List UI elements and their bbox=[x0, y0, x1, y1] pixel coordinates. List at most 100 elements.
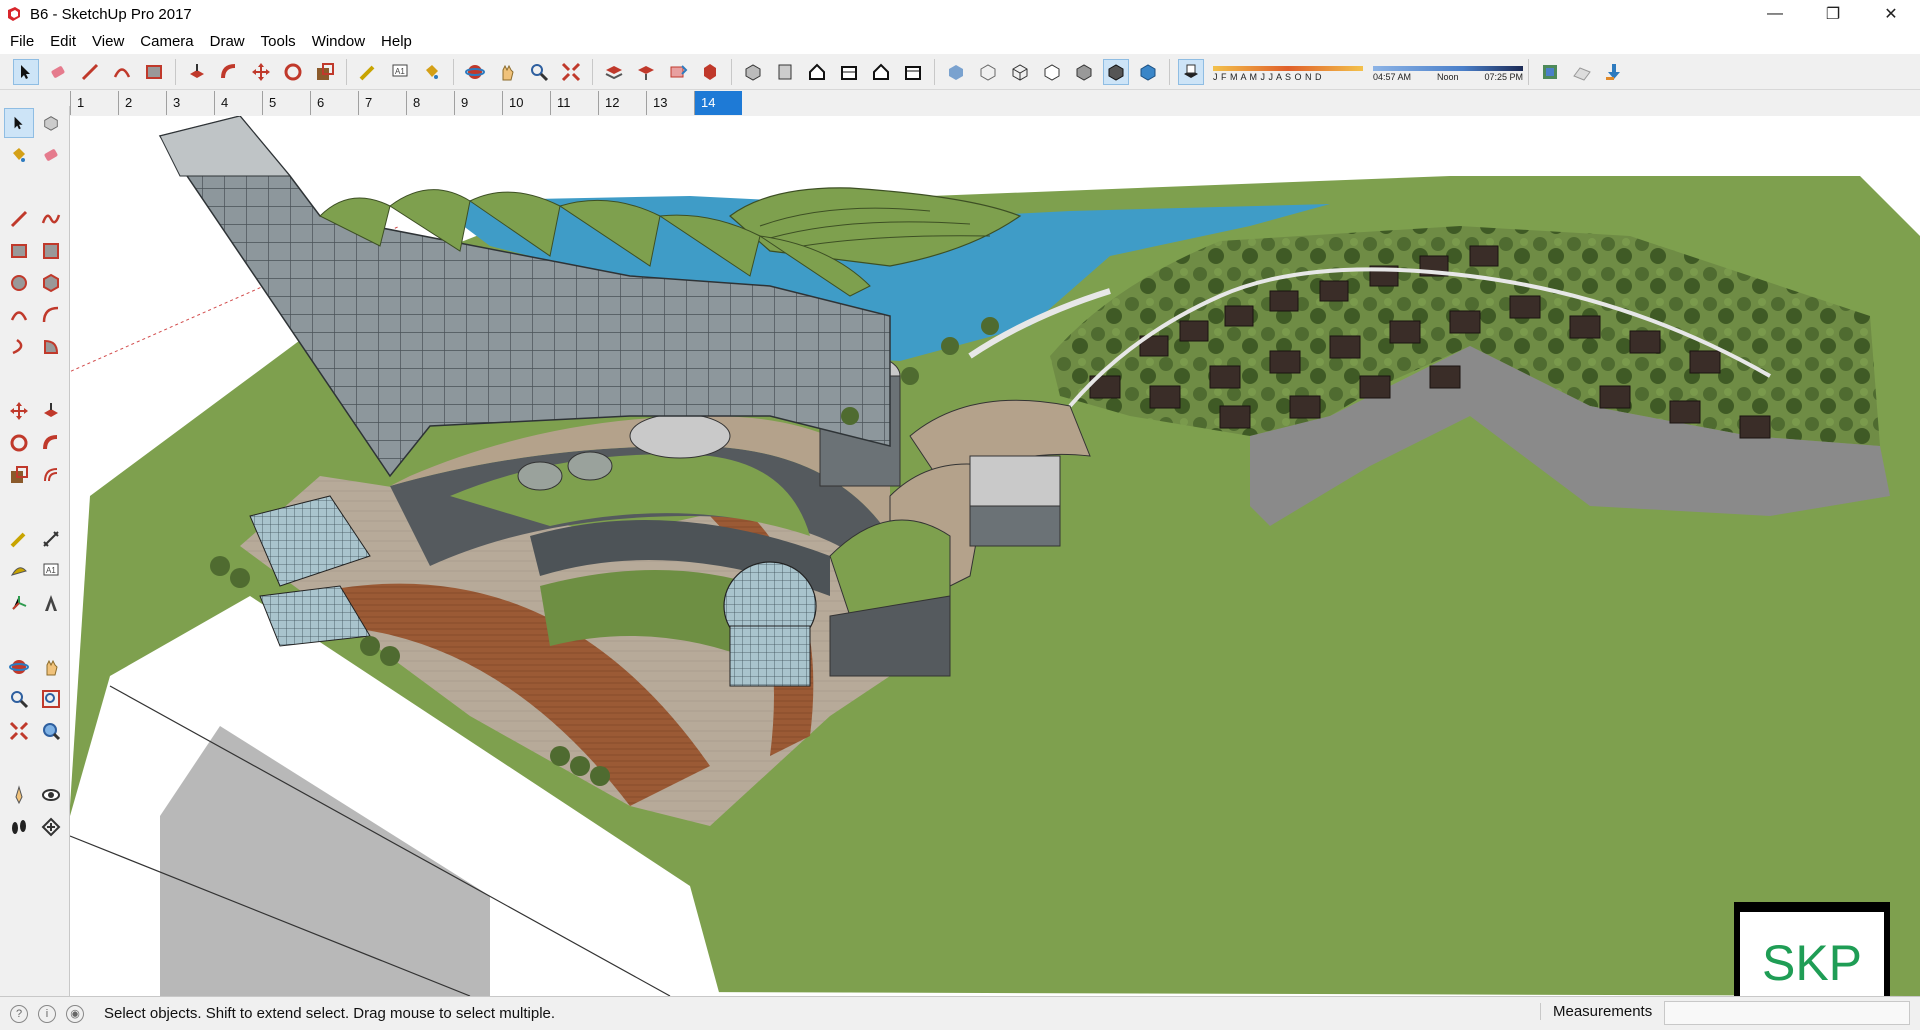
scene-tab-10[interactable]: 10 bbox=[502, 91, 550, 115]
zoom-icon[interactable] bbox=[526, 59, 552, 85]
pie-tool-icon[interactable] bbox=[36, 332, 66, 362]
right-view-icon[interactable] bbox=[836, 59, 862, 85]
monochrome-icon[interactable] bbox=[1135, 59, 1161, 85]
model-viewport[interactable] bbox=[70, 116, 1920, 996]
back-view-icon[interactable] bbox=[868, 59, 894, 85]
walk-tool-icon[interactable] bbox=[4, 812, 34, 842]
iso-view-icon[interactable] bbox=[740, 59, 766, 85]
scale-tool-icon[interactable] bbox=[4, 460, 34, 490]
pan-icon[interactable] bbox=[494, 59, 520, 85]
menu-window[interactable]: Window bbox=[304, 33, 373, 50]
menu-file[interactable]: File bbox=[2, 33, 42, 50]
scene-tab-7[interactable]: 7 bbox=[358, 91, 406, 115]
position-camera-icon[interactable] bbox=[4, 780, 34, 810]
offset-tool-icon[interactable] bbox=[36, 460, 66, 490]
rectangle-tool-icon[interactable] bbox=[4, 236, 34, 266]
paint-bucket-icon[interactable] bbox=[4, 140, 34, 170]
shadow-time-slider[interactable]: 04:57 AM Noon 07:25 PM bbox=[1373, 59, 1523, 85]
circle-tool-icon[interactable] bbox=[4, 268, 34, 298]
share-model-icon[interactable] bbox=[633, 59, 659, 85]
scene-tab-6[interactable]: 6 bbox=[310, 91, 358, 115]
wireframe-icon[interactable] bbox=[1007, 59, 1033, 85]
orbit-icon[interactable] bbox=[462, 59, 488, 85]
minimize-button[interactable]: — bbox=[1746, 0, 1804, 28]
measurements-input[interactable] bbox=[1664, 1001, 1910, 1025]
two-point-arc-icon[interactable] bbox=[36, 300, 66, 330]
line-tool-icon[interactable] bbox=[77, 59, 103, 85]
shaded-with-textures-icon[interactable] bbox=[1103, 58, 1129, 85]
section-plane-icon[interactable] bbox=[36, 812, 66, 842]
credits-icon[interactable]: i bbox=[38, 1004, 56, 1023]
pan-icon[interactable] bbox=[36, 652, 66, 682]
menu-help[interactable]: Help bbox=[373, 33, 420, 50]
left-view-icon[interactable] bbox=[900, 59, 926, 85]
scale-tool-icon[interactable] bbox=[312, 59, 338, 85]
back-edges-icon[interactable] bbox=[975, 59, 1001, 85]
hidden-line-icon[interactable] bbox=[1039, 59, 1065, 85]
zoom-icon[interactable] bbox=[4, 684, 34, 714]
zoom-window-icon[interactable] bbox=[36, 684, 66, 714]
look-around-icon[interactable] bbox=[36, 780, 66, 810]
scene-tab-1[interactable]: 1 bbox=[70, 91, 118, 115]
scene-tab-4[interactable]: 4 bbox=[214, 91, 262, 115]
follow-me-icon[interactable] bbox=[36, 428, 66, 458]
polygon-tool-icon[interactable] bbox=[36, 268, 66, 298]
zoom-extents-icon[interactable] bbox=[558, 59, 584, 85]
menu-edit[interactable]: Edit bbox=[42, 33, 84, 50]
rotate-tool-icon[interactable] bbox=[4, 428, 34, 458]
scene-tab-11[interactable]: 11 bbox=[550, 91, 598, 115]
scene-tab-3[interactable]: 3 bbox=[166, 91, 214, 115]
three-point-arc-icon[interactable] bbox=[4, 332, 34, 362]
rotated-rectangle-icon[interactable] bbox=[36, 236, 66, 266]
rotate-tool-icon[interactable] bbox=[280, 59, 306, 85]
text-tool-icon[interactable]: A1 bbox=[387, 59, 413, 85]
scene-tab-5[interactable]: 5 bbox=[262, 91, 310, 115]
orbit-icon[interactable] bbox=[4, 652, 34, 682]
menu-draw[interactable]: Draw bbox=[202, 33, 253, 50]
import-download-icon[interactable] bbox=[1601, 59, 1627, 85]
geolocation-icon[interactable]: ? bbox=[10, 1004, 28, 1023]
tape-measure-icon[interactable] bbox=[4, 524, 34, 554]
scene-tab-8[interactable]: 8 bbox=[406, 91, 454, 115]
follow-me-icon[interactable] bbox=[216, 59, 242, 85]
arc-tool-icon[interactable] bbox=[109, 59, 135, 85]
scene-tab-9[interactable]: 9 bbox=[454, 91, 502, 115]
scene-tab-13[interactable]: 13 bbox=[646, 91, 694, 115]
axes-tool-icon[interactable] bbox=[4, 588, 34, 618]
front-view-icon[interactable] bbox=[804, 59, 830, 85]
user-account-icon[interactable]: ◉ bbox=[66, 1004, 84, 1023]
toggle-terrain-icon[interactable] bbox=[1569, 59, 1595, 85]
menu-camera[interactable]: Camera bbox=[132, 33, 201, 50]
eraser-icon[interactable] bbox=[45, 59, 71, 85]
arc-tool-icon[interactable] bbox=[4, 300, 34, 330]
3d-warehouse-icon[interactable] bbox=[601, 59, 627, 85]
shadow-date-slider[interactable]: J F M A M J J A S O N D bbox=[1213, 59, 1363, 85]
push-pull-icon[interactable] bbox=[184, 59, 210, 85]
protractor-icon[interactable] bbox=[4, 556, 34, 586]
line-tool-icon[interactable] bbox=[4, 204, 34, 234]
rectangle-tool-icon[interactable] bbox=[141, 59, 167, 85]
move-tool-icon[interactable] bbox=[4, 396, 34, 426]
push-pull-icon[interactable] bbox=[36, 396, 66, 426]
maximize-button[interactable]: ❐ bbox=[1804, 0, 1862, 28]
menu-tools[interactable]: Tools bbox=[253, 33, 304, 50]
scene-tab-14[interactable]: 14 bbox=[694, 91, 742, 115]
menu-view[interactable]: View bbox=[84, 33, 132, 50]
shaded-icon[interactable] bbox=[1071, 59, 1097, 85]
top-view-icon[interactable] bbox=[772, 59, 798, 85]
select-tool-icon[interactable] bbox=[13, 58, 39, 85]
move-tool-icon[interactable] bbox=[248, 59, 274, 85]
xray-style-icon[interactable] bbox=[943, 59, 969, 85]
select-tool-icon[interactable] bbox=[4, 108, 34, 138]
add-location-icon[interactable] bbox=[1537, 59, 1563, 85]
eraser-icon[interactable] bbox=[36, 140, 66, 170]
tape-measure-icon[interactable] bbox=[355, 59, 381, 85]
freehand-tool-icon[interactable] bbox=[36, 204, 66, 234]
previous-view-icon[interactable] bbox=[36, 716, 66, 746]
shadows-toggle-icon[interactable] bbox=[1178, 58, 1204, 85]
scene-tab-12[interactable]: 12 bbox=[598, 91, 646, 115]
3d-text-icon[interactable] bbox=[36, 588, 66, 618]
close-button[interactable]: ✕ bbox=[1862, 0, 1920, 28]
make-component-icon[interactable] bbox=[36, 108, 66, 138]
extension-warehouse-icon[interactable] bbox=[697, 59, 723, 85]
